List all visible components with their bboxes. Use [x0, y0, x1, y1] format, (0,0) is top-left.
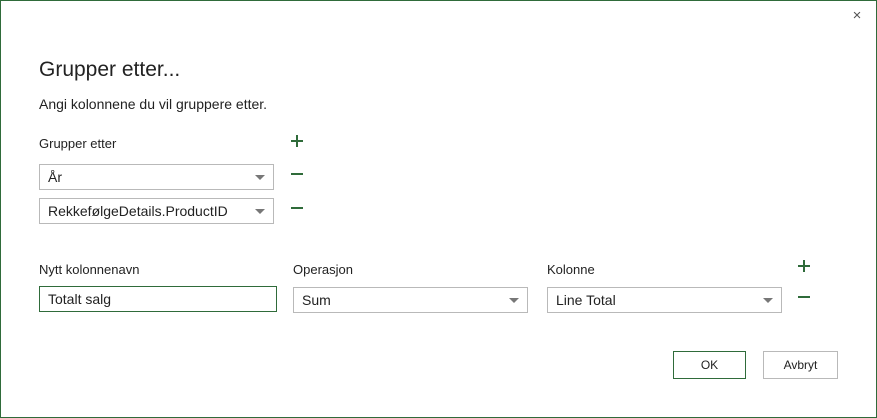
- group-by-label: Grupper etter: [39, 136, 117, 151]
- ok-button[interactable]: OK: [673, 351, 746, 379]
- chevron-down-icon: [763, 298, 773, 303]
- chevron-down-icon: [509, 298, 519, 303]
- operation-select-value: Sum: [302, 292, 331, 308]
- close-icon[interactable]: ×: [850, 8, 864, 23]
- new-column-name-label: Nytt kolonnenavn: [39, 262, 140, 277]
- group-by-select-1[interactable]: År: [39, 164, 274, 190]
- cancel-button[interactable]: Avbryt: [763, 351, 838, 379]
- group-by-select-2[interactable]: RekkefølgeDetails.ProductID: [39, 198, 274, 224]
- group-by-select-2-value: RekkefølgeDetails.ProductID: [48, 203, 228, 219]
- chevron-down-icon: [255, 175, 265, 180]
- dialog-title: Grupper etter...: [39, 58, 181, 81]
- group-by-dialog: × Grupper etter... Angi kolonnene du vil…: [0, 0, 877, 418]
- remove-grouping-2-minus-icon[interactable]: [291, 201, 305, 215]
- new-column-name-input[interactable]: [39, 286, 277, 312]
- remove-aggregation-minus-icon[interactable]: [798, 290, 812, 304]
- group-by-select-1-value: År: [48, 169, 62, 185]
- operation-select[interactable]: Sum: [293, 287, 528, 313]
- dialog-subtitle: Angi kolonnene du vil gruppere etter.: [39, 96, 268, 112]
- add-grouping-plus-icon[interactable]: [291, 134, 305, 148]
- column-select-value: Line Total: [556, 292, 616, 308]
- column-select[interactable]: Line Total: [547, 287, 782, 313]
- operation-label: Operasjon: [293, 262, 353, 277]
- column-label: Kolonne: [547, 262, 595, 277]
- chevron-down-icon: [255, 209, 265, 214]
- remove-grouping-1-minus-icon[interactable]: [291, 167, 305, 181]
- add-aggregation-plus-icon[interactable]: [798, 259, 812, 273]
